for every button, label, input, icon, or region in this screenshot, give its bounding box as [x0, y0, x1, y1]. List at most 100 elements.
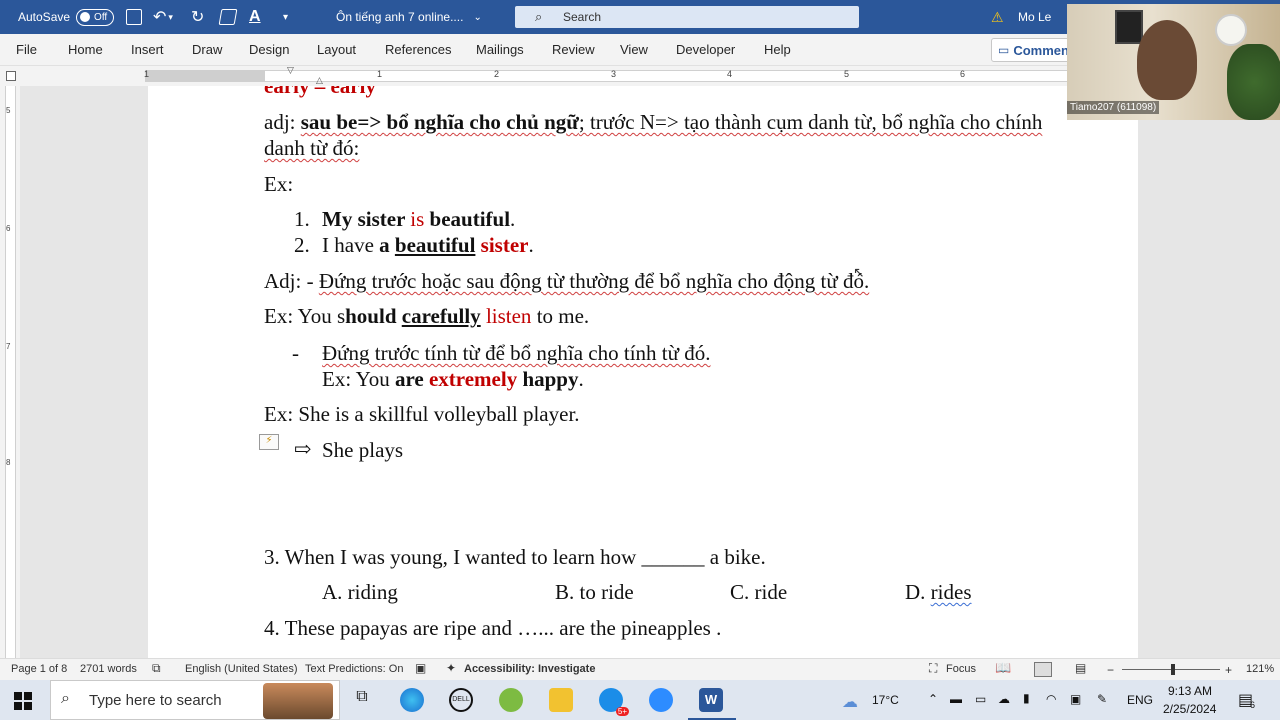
tray-app-icon[interactable]: ▬ [950, 692, 962, 706]
autosave[interactable]: AutoSave Off [18, 0, 115, 34]
mouse-cursor-icon: ↖ [853, 264, 865, 280]
tray-app-icon-2[interactable]: ▭ [975, 692, 986, 706]
warning-icon[interactable]: ⚠ [991, 0, 1004, 34]
vruler-number: 8 [6, 458, 11, 467]
windows-start-icon[interactable] [14, 692, 32, 710]
zalo-icon[interactable]: 5+ [599, 688, 629, 716]
doc-line: danh từ đó: [264, 136, 360, 160]
video-overlay[interactable]: Tiamo207 (611098) [1067, 4, 1280, 120]
zoom-out-icon[interactable]: − [1107, 663, 1114, 677]
taskbar-search-input[interactable]: ⌕ Type here to search [50, 680, 340, 720]
accessibility-status[interactable]: Accessibility: Investigate [464, 663, 595, 675]
list-number: 2. [294, 233, 310, 257]
tab-help[interactable]: Help [764, 42, 791, 57]
vruler-track [5, 86, 16, 658]
file-explorer-icon[interactable] [549, 688, 573, 712]
tab-developer[interactable]: Developer [676, 42, 735, 57]
web-layout-icon[interactable]: ▤ [1075, 661, 1086, 675]
option-c: C. ride [730, 580, 788, 604]
input-language[interactable]: ENG [1127, 693, 1153, 707]
ruler-number: 5 [844, 69, 850, 79]
ruler-number: 6 [960, 69, 966, 79]
task-view-icon[interactable]: ⧉ [350, 688, 374, 712]
participant-figure [1137, 20, 1197, 100]
option-a: A. riding [322, 580, 398, 604]
zoom-level[interactable]: 121% [1246, 663, 1274, 675]
taskbar-search-placeholder: Type here to search [89, 691, 222, 709]
doc-line: Ex: You should carefully listen to me. [264, 304, 590, 328]
focus-button[interactable]: Focus [946, 663, 976, 675]
vertical-ruler[interactable]: 5 6 7 8 [0, 86, 20, 658]
doc-line: She plays [322, 438, 404, 462]
question-3: 3. When I was young, I wanted to learn h… [264, 545, 766, 569]
chevron-down-icon: ⌄ [473, 11, 482, 23]
save-icon[interactable] [126, 0, 142, 34]
focus-icon: ⛶ [929, 661, 938, 675]
list-item: I have a beautiful sister. [322, 233, 534, 257]
autocorrect-options-icon[interactable]: ⚡ [259, 434, 279, 450]
tab-design[interactable]: Design [249, 42, 289, 57]
zoom-slider-thumb[interactable] [1171, 664, 1175, 675]
microphone-icon[interactable]: ▮ [1023, 691, 1030, 705]
tab-review[interactable]: Review [552, 42, 595, 57]
redo-icon[interactable]: ↻ [191, 0, 204, 34]
question-4: 4. These papayas are ripe and …... are t… [264, 616, 722, 640]
weather-icon[interactable]: ☁ [842, 692, 858, 712]
network-icon[interactable]: ▣ [1070, 692, 1081, 706]
clock-time[interactable]: 9:13 AM [1168, 684, 1212, 698]
document-canvas[interactable]: early – early adj: sau be=> bổ nghĩa cho… [20, 86, 1280, 658]
ruler-number: 3 [611, 69, 617, 79]
vruler-number: 6 [6, 224, 11, 233]
tab-insert[interactable]: Insert [131, 42, 164, 57]
customize-qat-icon[interactable]: ▾ [283, 0, 288, 34]
proofing-icon[interactable]: ⧉ [152, 661, 161, 676]
temperature[interactable]: 17°C [872, 693, 899, 707]
page-count[interactable]: Page 1 of 8 [11, 663, 67, 675]
tab-mailings[interactable]: Mailings [476, 42, 524, 57]
zoom-in-icon[interactable]: + [1225, 663, 1232, 677]
search-icon: ⌕ [61, 690, 70, 707]
undo-icon[interactable]: ↶ ▾ [153, 0, 173, 34]
doc-line: Ex: You are extremely happy. [322, 367, 584, 391]
autosave-toggle[interactable]: Off [76, 8, 115, 26]
cloud-icon[interactable]: ☁ [998, 692, 1010, 706]
search-highlight-image [263, 683, 333, 719]
hanging-indent-icon[interactable]: △ [316, 75, 323, 86]
tab-file[interactable]: File [16, 42, 37, 57]
user-name[interactable]: Mo Le [1018, 0, 1051, 34]
list-item: My sister is beautiful. [322, 207, 516, 231]
tab-home[interactable]: Home [68, 42, 103, 57]
document-title[interactable]: Ôn tiếng anh 7 online.... ⌄ [336, 0, 482, 34]
language-status[interactable]: English (United States) [185, 663, 298, 675]
wifi-icon[interactable]: ◠ [1046, 692, 1056, 706]
format-painter-icon[interactable] [218, 0, 238, 34]
document-page[interactable]: early – early adj: sau be=> bổ nghĩa cho… [148, 86, 1138, 658]
list-dash: - [292, 341, 299, 365]
ruler-number: 2 [494, 69, 500, 79]
pen-icon[interactable]: ✎ [1097, 692, 1107, 706]
tab-references[interactable]: References [385, 42, 451, 57]
accessibility-icon: ✦ [446, 661, 457, 675]
app-icon[interactable] [499, 688, 523, 712]
macro-icon[interactable]: ▣ [415, 661, 426, 675]
indent-marker-icon[interactable]: ▽ [287, 65, 294, 76]
tab-layout[interactable]: Layout [317, 42, 356, 57]
word-count[interactable]: 2701 words [80, 663, 137, 675]
edge-icon[interactable] [400, 688, 424, 712]
text-predictions-status[interactable]: Text Predictions: On [305, 663, 403, 675]
participant-name: Tiamo207 (611098) [1067, 101, 1160, 114]
search-placeholder: Search [563, 10, 602, 24]
tab-selector[interactable] [6, 71, 16, 81]
font-color-icon[interactable]: A [249, 0, 261, 34]
ruler-number: 4 [727, 69, 733, 79]
tab-draw[interactable]: Draw [192, 42, 222, 57]
chevron-up-icon[interactable]: ⌃ [928, 692, 938, 706]
zoom-icon[interactable] [649, 688, 673, 712]
clock-date[interactable]: 2/25/2024 [1163, 702, 1216, 716]
read-mode-icon[interactable]: 📖 [995, 660, 1011, 676]
print-layout-icon[interactable] [1034, 662, 1052, 677]
doc-line: early – early [264, 86, 376, 98]
search-input[interactable]: ⌕ Search [515, 6, 859, 28]
tab-view[interactable]: View [620, 42, 648, 57]
dell-icon[interactable]: DELL [449, 688, 473, 712]
